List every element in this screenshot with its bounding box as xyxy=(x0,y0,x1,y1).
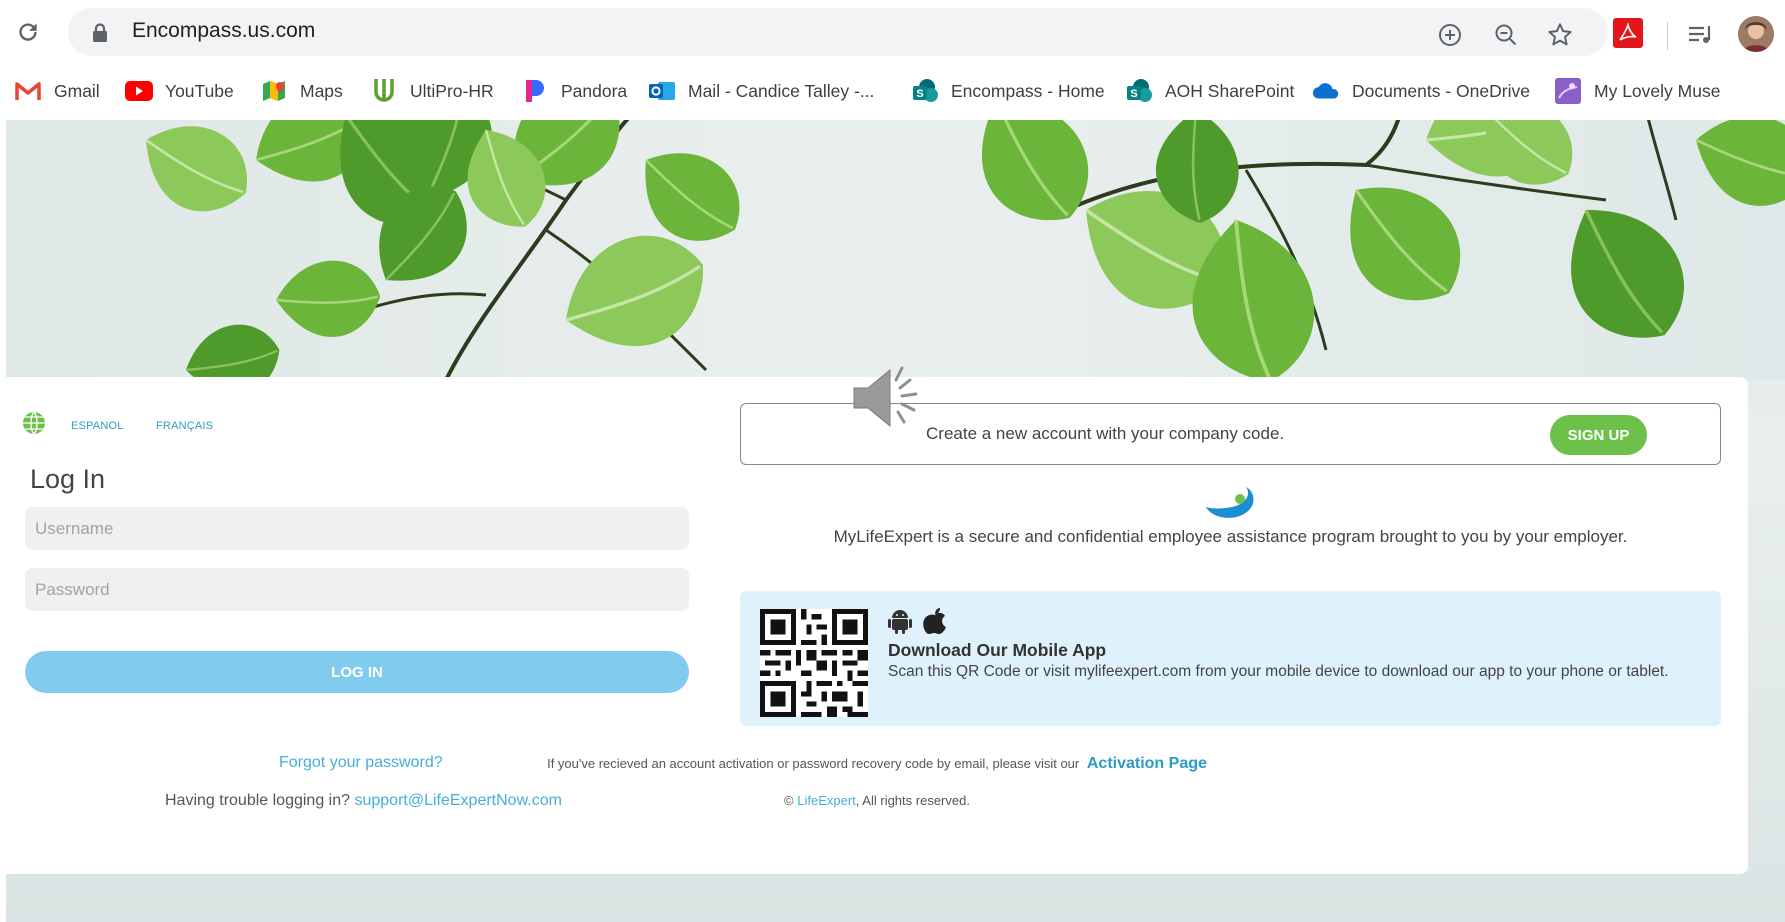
mylifeexpert-logo xyxy=(1202,483,1258,528)
qr-code xyxy=(760,609,868,722)
svg-text:S: S xyxy=(916,88,923,100)
app-description: Scan this QR Code or visit mylifeexpert.… xyxy=(888,663,1669,680)
bookmark-label: Encompass - Home xyxy=(951,80,1105,101)
bookmark-encompass-home[interactable]: S Encompass - Home xyxy=(911,76,1105,106)
bookmark-my-lovely-muse[interactable]: My Lovely Muse xyxy=(1554,76,1720,106)
copyright-symbol: © xyxy=(784,793,794,808)
reload-icon[interactable] xyxy=(10,14,46,50)
login-button[interactable]: LOG IN xyxy=(25,651,689,693)
media-queue-icon[interactable] xyxy=(1686,20,1716,50)
mobile-app-panel: Download Our Mobile App Scan this QR Cod… xyxy=(740,591,1721,726)
youtube-icon xyxy=(125,77,153,105)
bookmark-mail[interactable]: Mail - Candice Talley -... xyxy=(648,76,874,106)
muse-icon xyxy=(1554,77,1582,105)
username-field[interactable] xyxy=(25,507,689,550)
copyright-text: , All rights reserved. xyxy=(855,793,970,808)
sharepoint-icon: S xyxy=(911,77,939,105)
bookmark-star-icon[interactable] xyxy=(1545,20,1575,50)
bookmarks-bar: Gmail YouTube Maps UltiPro-HR Pandora Ma… xyxy=(0,62,1785,120)
speaker-icon[interactable] xyxy=(850,358,930,438)
toolbar-divider xyxy=(1667,22,1668,50)
bookmark-label: UltiPro-HR xyxy=(410,80,494,101)
bookmark-label: Documents - OneDrive xyxy=(1352,80,1530,101)
signup-button[interactable]: SIGN UP xyxy=(1550,415,1647,455)
globe-icon xyxy=(22,411,46,440)
onedrive-icon xyxy=(1312,77,1340,105)
svg-text:S: S xyxy=(1130,88,1137,100)
signup-text: Create a new account with your company c… xyxy=(926,424,1285,443)
adobe-acrobat-icon[interactable] xyxy=(1613,18,1643,48)
bookmark-onedrive[interactable]: Documents - OneDrive xyxy=(1312,76,1530,106)
activation-page-link[interactable]: Activation Page xyxy=(1087,755,1207,772)
apple-icon xyxy=(922,607,948,640)
bookmark-label: YouTube xyxy=(165,80,234,101)
pandora-icon xyxy=(521,77,549,105)
address-bar[interactable]: Encompass.us.com xyxy=(68,8,1608,56)
bookmark-label: Maps xyxy=(300,80,343,101)
bookmark-label: AOH SharePoint xyxy=(1165,80,1295,101)
language-francais[interactable]: FRANÇAIS xyxy=(156,420,213,432)
bookmark-aoh-sharepoint[interactable]: S AOH SharePoint xyxy=(1125,76,1294,106)
url-text[interactable]: Encompass.us.com xyxy=(132,19,315,43)
hero-leaves-image xyxy=(6,120,1785,380)
password-field[interactable] xyxy=(25,568,689,611)
bookmark-label: Gmail xyxy=(54,80,100,101)
browser-toolbar: Encompass.us.com xyxy=(0,0,1785,62)
maps-icon xyxy=(260,77,288,105)
lock-icon[interactable] xyxy=(90,22,110,49)
app-title: Download Our Mobile App xyxy=(888,640,1107,660)
bookmark-youtube[interactable]: YouTube xyxy=(125,76,234,106)
copyright: © LifeExpert, All rights reserved. xyxy=(6,793,1748,808)
bookmark-ultipro[interactable]: UltiPro-HR xyxy=(370,76,494,106)
activation-text: If you've recieved an account activation… xyxy=(547,756,1080,771)
tagline: MyLifeExpert is a secure and confidentia… xyxy=(833,527,1628,546)
bookmark-label: Mail - Candice Talley -... xyxy=(688,80,875,101)
language-espanol[interactable]: ESPANOL xyxy=(71,420,124,432)
android-icon xyxy=(888,607,912,640)
lifeexpert-link[interactable]: LifeExpert xyxy=(797,793,856,808)
bookmark-pandora[interactable]: Pandora xyxy=(521,76,627,106)
outlook-icon xyxy=(648,77,676,105)
bookmark-label: My Lovely Muse xyxy=(1594,80,1721,101)
install-app-icon[interactable] xyxy=(1435,20,1465,50)
ultipro-icon xyxy=(370,77,398,105)
profile-avatar[interactable] xyxy=(1738,16,1774,52)
sharepoint-icon: S xyxy=(1125,77,1153,105)
login-title: Log In xyxy=(30,464,106,494)
login-card: ESPANOL FRANÇAIS Log In LOG IN Forgot yo… xyxy=(6,377,1748,874)
bookmark-gmail[interactable]: Gmail xyxy=(14,76,100,106)
zoom-out-icon[interactable] xyxy=(1491,20,1521,50)
activation-notice: If you've recieved an account activation… xyxy=(6,755,1748,773)
bookmark-maps[interactable]: Maps xyxy=(260,76,343,106)
gmail-icon xyxy=(14,77,42,105)
bookmark-label: Pandora xyxy=(561,80,628,101)
page-content: ESPANOL FRANÇAIS Log In LOG IN Forgot yo… xyxy=(6,120,1785,922)
